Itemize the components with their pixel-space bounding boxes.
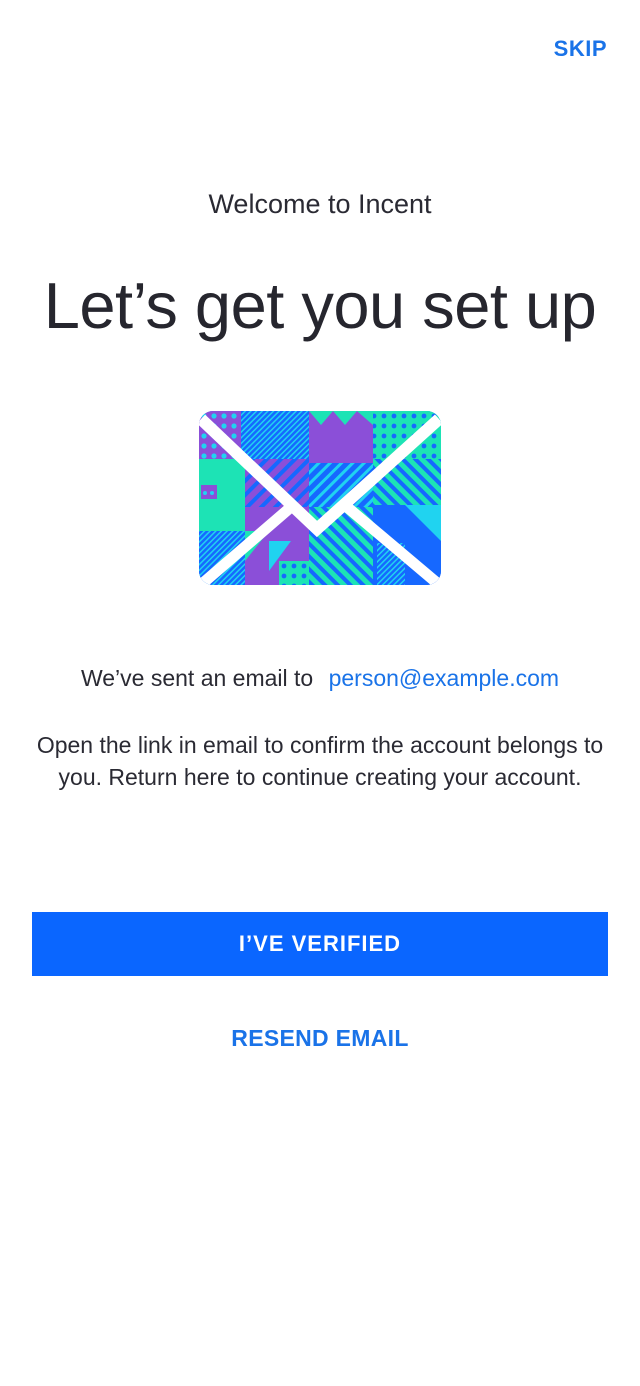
instructions-text: Open the link in email to confirm the ac… [36, 732, 604, 790]
page-title: Let’s get you set up [43, 269, 597, 342]
skip-button[interactable]: SKIP [554, 36, 607, 62]
sent-prefix: We’ve sent an email to [80, 665, 314, 691]
envelope-icon [199, 411, 441, 585]
email-sent-message: We’ve sent an email to person@example.co… [0, 665, 640, 692]
resend-email-button[interactable]: RESEND EMAIL [0, 1025, 640, 1052]
welcome-text: Welcome to Incent [208, 189, 432, 219]
verified-button[interactable]: I’VE VERIFIED [32, 912, 608, 976]
email-address: person@example.com [328, 665, 560, 691]
